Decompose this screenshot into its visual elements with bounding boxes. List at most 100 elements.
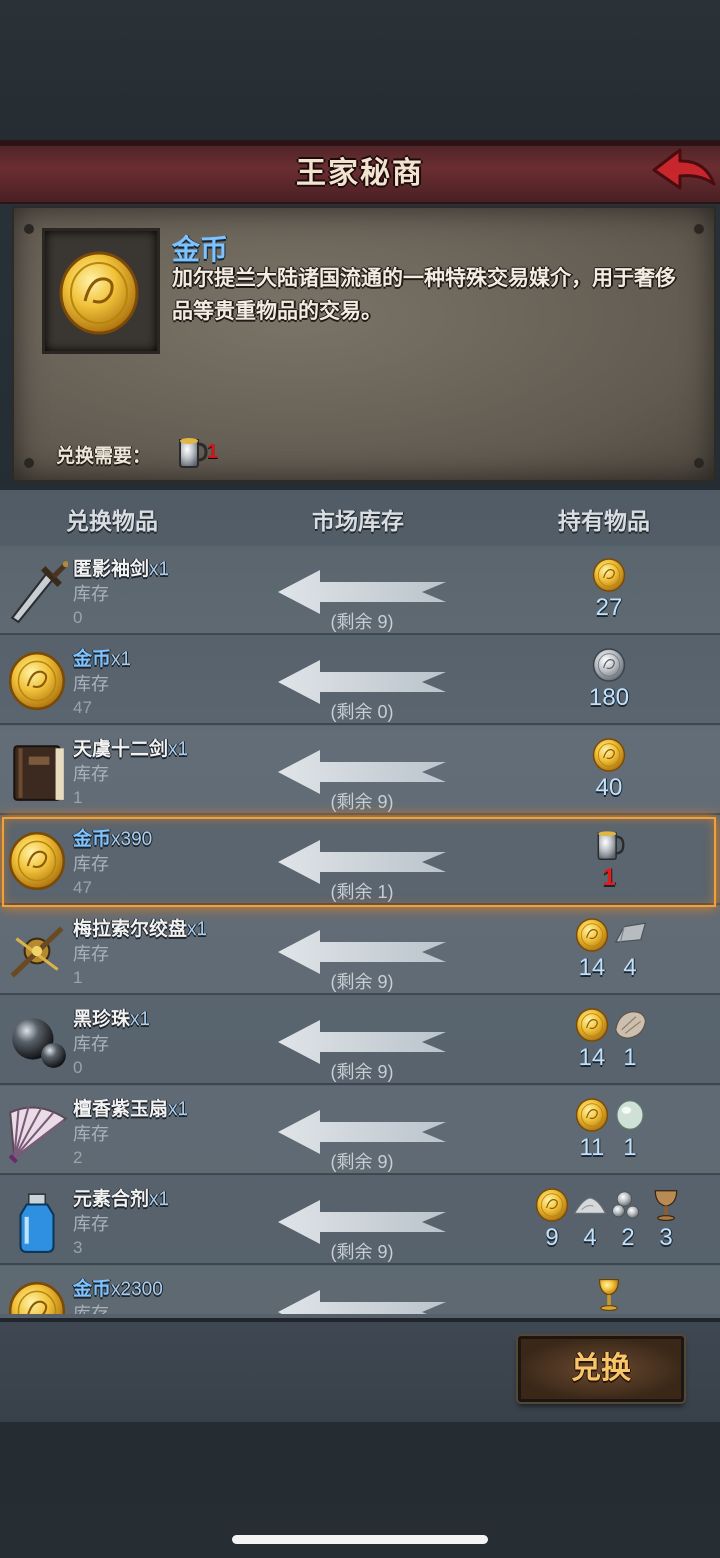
required-item: 4 [610,916,650,982]
silver-coin-icon [592,648,626,682]
row-item-name: 元素合剂x1 [73,1184,169,1211]
row-stock-label: 库存 [73,1304,109,1314]
row-item-name: 金币x390 [73,824,152,851]
required-item-count: 1 [623,1044,637,1071]
exchange-button[interactable]: 兑换 [518,1336,684,1402]
row-item-name: 金币x2300 [73,1274,163,1301]
row-divider [0,903,720,905]
salt-pile-icon [573,1197,607,1214]
exchange-row[interactable]: 檀香紫玉扇x1 库存 2 (剩余 9) 11 1 [0,1086,720,1175]
row-item-title: 金币 [73,1279,112,1300]
gold-chalice-icon [598,1278,620,1312]
iron-ingot-icon [614,922,647,943]
gold-coin-icon [8,831,66,891]
row-item-quantity: x1 [130,1009,151,1030]
row-item-title: 梅拉索尔绞盘 [73,919,188,940]
required-item-count: 14 [578,1044,606,1071]
row-divider [0,1173,720,1175]
required-item-count: 40 [595,774,623,801]
winch-icon [10,926,64,978]
required-item: 14 [572,916,612,982]
gold-coin-icon [592,558,626,592]
row-item-name: 梅拉索尔绞盘x1 [73,914,207,941]
exchange-requirement-count: 1 [207,441,219,463]
back-arrow-icon [652,148,716,190]
row-remaining-count: (剩余 9) [330,612,394,632]
exchange-row[interactable]: 金币x2300 库存 [0,1266,720,1314]
required-item-count: 1 [623,1134,637,1161]
row-stock-label: 库存 [73,1214,109,1234]
exchange-row[interactable]: 梅拉索尔绞盘x1 库存 1 (剩余 9) 14 4 [0,906,720,995]
gold-coin-icon [592,738,626,772]
row-divider [0,1263,720,1265]
row-item-quantity: x1 [168,1099,189,1120]
pearls-icon [612,1191,639,1219]
silver-mug-icon [179,438,208,468]
exchange-row[interactable]: 匿影袖剑x1 库存 0 (剩余 9) 27 [0,546,720,635]
column-header-exchange-item: 兑换物品 [66,508,158,534]
nail-decoration [694,224,704,234]
required-item-count: 9 [545,1224,559,1251]
nail-decoration [694,458,704,468]
required-item-count: 14 [578,954,606,981]
exchange-row[interactable]: 黑珍珠x1 库存 0 (剩余 9) 14 1 [0,996,720,1085]
row-stock-value: 3 [73,1238,83,1257]
row-stock-label: 库存 [73,1034,109,1054]
item-description: 加尔提兰大陆诸国流通的一种特殊交易媒介，用于奢侈品等贵重物品的交易。 [172,267,676,323]
gold-coin-icon [575,1098,609,1132]
row-divider [0,1083,720,1085]
required-item-count: 4 [623,954,637,981]
required-item: 180 [589,646,629,712]
goblet-icon [654,1190,678,1222]
required-item: 9 [532,1186,572,1252]
required-item: 4 [570,1186,610,1252]
row-divider [0,723,720,725]
row-stock-value: 1 [73,968,83,987]
row-item-quantity: x1 [168,739,189,760]
row-divider [0,813,720,815]
row-item-name: 檀香紫玉扇x1 [73,1094,188,1121]
exchange-row[interactable]: 天虞十二剑x1 库存 1 (剩余 9) 40 [0,726,720,815]
exchange-row[interactable]: 金币x390 库存 47 (剩余 1) 1 [0,816,720,905]
row-item-quantity: x2300 [111,1279,163,1300]
row-stock-label: 库存 [73,584,109,604]
required-item: 3 [646,1186,686,1252]
required-item: 27 [589,556,629,622]
required-item-count: 4 [583,1224,597,1251]
required-item: 40 [589,736,629,802]
back-button[interactable] [650,144,718,196]
fur-pelt-icon [615,1011,647,1039]
row-item-title: 檀香紫玉扇 [73,1099,169,1120]
silver-mug-icon [597,831,625,860]
gold-coin-icon [8,651,66,711]
column-header-market-stock: 市场库存 [312,508,404,534]
row-item-name: 黑珍珠x1 [73,1004,150,1031]
row-item-title: 金币 [73,829,112,850]
row-remaining-count: (剩余 9) [330,792,394,812]
required-item: 11 [572,1096,612,1162]
gold-coin-icon [535,1188,569,1222]
row-divider [0,993,720,995]
gold-coin-icon [8,1281,66,1314]
row-item-quantity: x390 [111,829,153,850]
book-icon [13,745,64,801]
required-item [589,1276,629,1314]
exchange-list[interactable]: 匿影袖剑x1 库存 0 (剩余 9) 27 金币x1 库存 47 (剩余 0) 180 天虞十二剑x… [0,546,720,1314]
exchange-row[interactable]: 元素合剂x1 库存 3 (剩余 9) 9 4 2 3 [0,1176,720,1265]
item-image-frame [42,228,160,354]
row-stock-value: 1 [73,788,83,807]
required-item-count: 1 [602,864,616,891]
nail-decoration [24,224,34,234]
row-remaining-count: (剩余 9) [330,1242,394,1262]
required-item: 14 [572,1006,612,1072]
gold-coin-icon [575,918,609,952]
required-item-count: 180 [589,684,630,711]
row-item-name: 天虞十二剑x1 [73,734,188,761]
exchange-row[interactable]: 金币x1 库存 47 (剩余 0) 180 [0,636,720,725]
potion-bottle-icon [19,1193,55,1253]
exchange-requirement-label: 兑换需要： [56,446,152,467]
row-remaining-count: (剩余 1) [330,882,394,902]
row-item-title: 天虞十二剑 [73,739,169,760]
row-stock-label: 库存 [73,674,109,694]
row-stock-value: 47 [73,878,92,897]
